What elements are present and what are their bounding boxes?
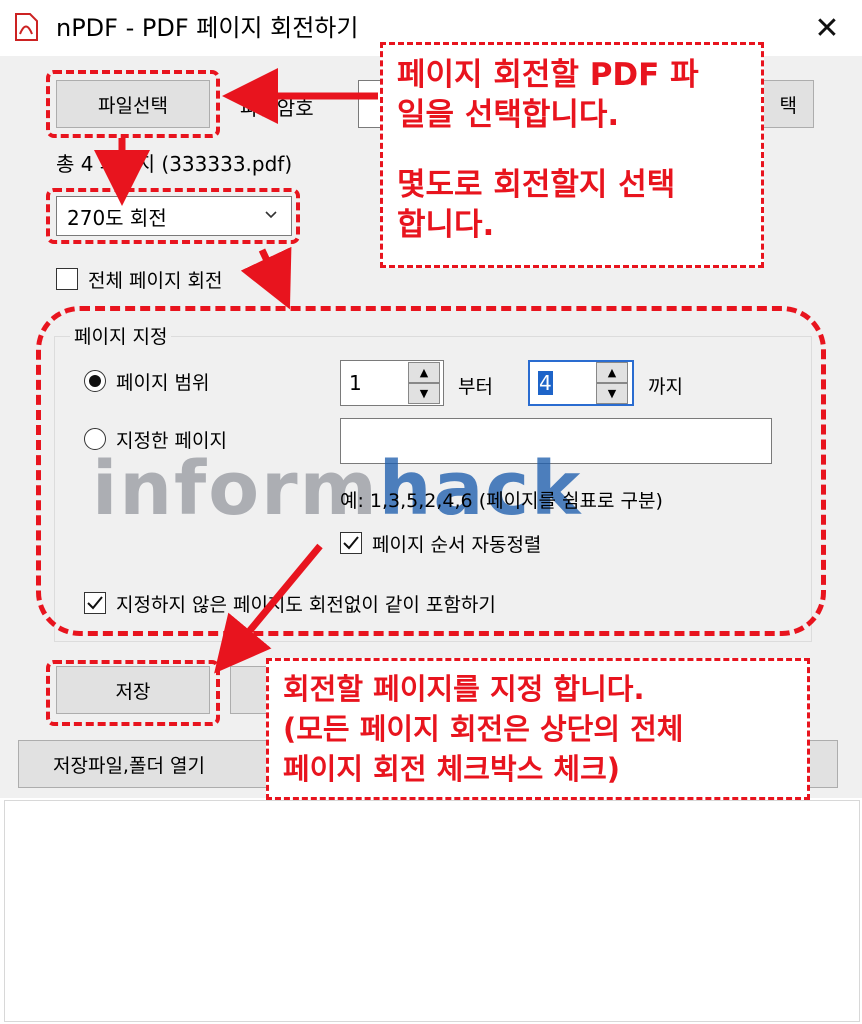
highlight-rotation xyxy=(46,188,300,244)
all-pages-label: 전체 페이지 회전 xyxy=(88,270,223,292)
highlight-save xyxy=(46,660,220,726)
highlight-page-group xyxy=(36,306,826,636)
highlight-select-file xyxy=(46,70,220,138)
log-area xyxy=(4,800,860,1022)
file-password-label: 파일암호 xyxy=(240,96,314,120)
callout-file-and-rotation: 페이지 회전할 PDF 파 일을 선택합니다. 몇도로 회전할지 선택 합니다. xyxy=(380,42,764,268)
callout-page-spec: 회전할 페이지를 지정 합니다. (모든 페이지 회전은 상단의 전체 페이지 … xyxy=(266,658,810,800)
window-title: nPDF - PDF 페이지 회전하기 xyxy=(56,14,359,42)
pdf-app-icon xyxy=(15,13,38,41)
all-pages-checkbox[interactable] xyxy=(56,268,78,290)
close-icon[interactable]: ✕ xyxy=(804,8,850,48)
npdf-window: nPDF - PDF 페이지 회전하기 ✕ 파일선택 파일암호 택 총 4 페이… xyxy=(0,0,862,1024)
file-info-text: 총 4 페이지 (333333.pdf) xyxy=(56,152,293,176)
second-action-button[interactable] xyxy=(230,666,270,714)
